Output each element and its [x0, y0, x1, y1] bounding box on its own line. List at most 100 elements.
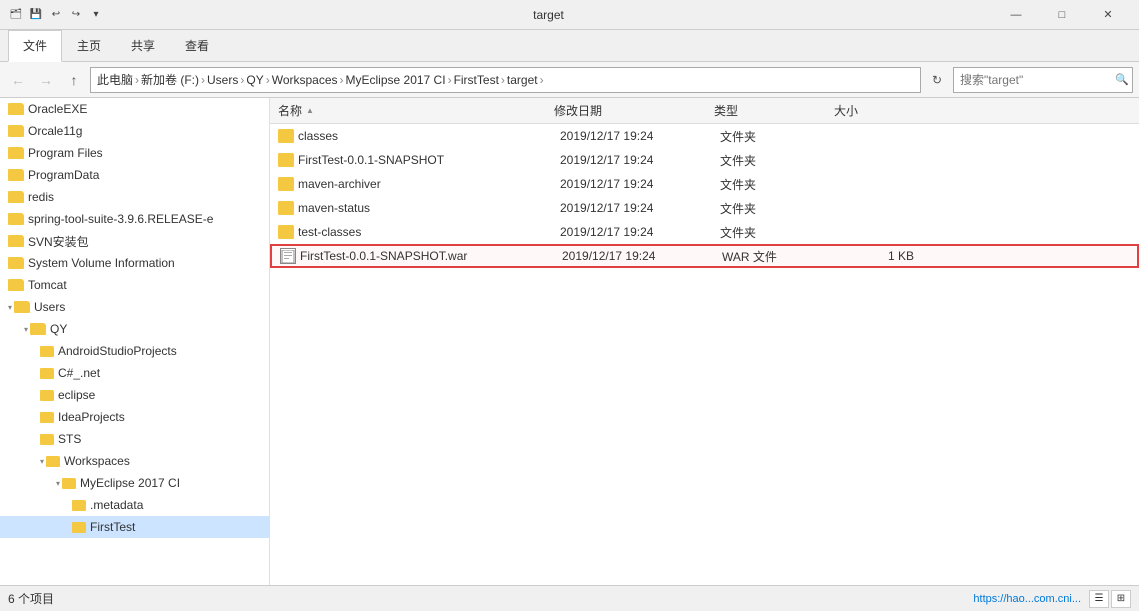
sidebar-item-ideaprojects[interactable]: IdeaProjects — [0, 406, 269, 428]
folder-icon — [8, 147, 24, 159]
tab-view[interactable]: 查看 — [170, 30, 224, 61]
folder-icon — [46, 456, 60, 467]
sidebar-item-tomcat[interactable]: Tomcat — [0, 274, 269, 296]
column-headers: 名称 ▲ 修改日期 类型 大小 — [270, 98, 1139, 124]
ribbon-tabs: 文件 主页 共享 查看 — [0, 30, 1139, 61]
sidebar-item-programfiles[interactable]: Program Files — [0, 142, 269, 164]
col-header-size[interactable]: 大小 — [834, 102, 914, 119]
folder-icon — [8, 257, 24, 269]
details-view-button[interactable]: ☰ — [1089, 590, 1109, 608]
file-date: 2019/12/17 19:24 — [560, 201, 720, 215]
file-name: test-classes — [298, 225, 560, 239]
window-title: target — [104, 8, 993, 22]
folder-icon — [8, 279, 24, 291]
file-name: FirstTest-0.0.1-SNAPSHOT — [298, 153, 560, 167]
file-type: 文件夹 — [720, 176, 840, 193]
view-controls: ☰ ⊞ — [1089, 590, 1131, 608]
file-name: classes — [298, 129, 560, 143]
folder-icon — [278, 225, 294, 239]
sidebar-item-csharp[interactable]: C#_.net — [0, 362, 269, 384]
close-button[interactable]: ✕ — [1085, 0, 1131, 30]
folder-icon — [8, 191, 24, 203]
file-date: 2019/12/17 19:24 — [560, 129, 720, 143]
sidebar-item-sts[interactable]: STS — [0, 428, 269, 450]
folder-icon — [278, 129, 294, 143]
sidebar-item-spring[interactable]: spring-tool-suite-3.9.6.RELEASE-e — [0, 208, 269, 230]
file-type: WAR 文件 — [722, 248, 842, 265]
col-header-name[interactable]: 名称 ▲ — [274, 102, 554, 119]
minimize-button[interactable]: — — [993, 0, 1039, 30]
folder-icon — [62, 478, 76, 489]
expand-arrow: ▾ — [8, 303, 12, 312]
toolbar-undo[interactable]: ↩ — [48, 7, 64, 23]
tab-file[interactable]: 文件 — [8, 30, 62, 62]
file-row[interactable]: classes 2019/12/17 19:24 文件夹 — [270, 124, 1139, 148]
toolbar-save[interactable]: 💾 — [28, 7, 44, 23]
main-layout: OracleEXE Orcale11g Program Files Progra… — [0, 98, 1139, 585]
file-row[interactable]: FirstTest-0.0.1-SNAPSHOT 2019/12/17 19:2… — [270, 148, 1139, 172]
sidebar-item-eclipse[interactable]: eclipse — [0, 384, 269, 406]
back-button[interactable]: ← — [6, 68, 30, 92]
forward-button[interactable]: → — [34, 68, 58, 92]
sidebar-item-metadata[interactable]: .metadata — [0, 494, 269, 516]
toolbar-dropdown[interactable]: ▾ — [88, 7, 104, 23]
file-row[interactable]: maven-archiver 2019/12/17 19:24 文件夹 — [270, 172, 1139, 196]
search-icon: 🔍 — [1115, 73, 1129, 86]
file-row[interactable]: maven-status 2019/12/17 19:24 文件夹 — [270, 196, 1139, 220]
sidebar-item-svn[interactable]: SVN安装包 — [0, 230, 269, 252]
refresh-button[interactable]: ↻ — [925, 68, 949, 92]
sort-arrow: ▲ — [306, 106, 314, 115]
sidebar-item-workspaces[interactable]: ▾ Workspaces — [0, 450, 269, 472]
sidebar-item-oracleexe[interactable]: OracleEXE — [0, 98, 269, 120]
folder-icon — [8, 235, 24, 247]
file-name: maven-archiver — [298, 177, 560, 191]
maximize-button[interactable]: □ — [1039, 0, 1085, 30]
war-file-icon — [280, 248, 296, 264]
tab-share[interactable]: 共享 — [116, 30, 170, 61]
file-type: 文件夹 — [720, 224, 840, 241]
folder-icon — [8, 125, 24, 137]
file-type: 文件夹 — [720, 128, 840, 145]
app-icon: 🗂 — [8, 7, 24, 23]
ribbon: 文件 主页 共享 查看 — [0, 30, 1139, 62]
sidebar-item-orcale11g[interactable]: Orcale11g — [0, 120, 269, 142]
sidebar-item-programdata[interactable]: ProgramData — [0, 164, 269, 186]
up-button[interactable]: ↑ — [62, 68, 86, 92]
folder-icon — [8, 103, 24, 115]
file-list: classes 2019/12/17 19:24 文件夹 FirstTest-0… — [270, 124, 1139, 585]
path-firsttest: FirstTest — [454, 73, 499, 87]
sidebar-item-androidstudio[interactable]: AndroidStudioProjects — [0, 340, 269, 362]
file-row[interactable]: test-classes 2019/12/17 19:24 文件夹 — [270, 220, 1139, 244]
folder-icon — [72, 500, 86, 511]
sidebar-item-firsttest[interactable]: FirstTest — [0, 516, 269, 538]
search-box[interactable]: 🔍 — [953, 67, 1133, 93]
folder-icon — [40, 412, 54, 423]
search-input[interactable] — [960, 73, 1115, 87]
address-bar: ← → ↑ 此电脑 › 新加卷 (F:) › Users › QY › Work… — [0, 62, 1139, 98]
path-users: Users — [207, 73, 238, 87]
sidebar-item-redis[interactable]: redis — [0, 186, 269, 208]
url-preview: https://hao...com.cni... — [973, 593, 1081, 605]
folder-icon — [40, 346, 54, 357]
path-computer: 此电脑 — [97, 71, 133, 88]
tab-home[interactable]: 主页 — [62, 30, 116, 61]
large-icon-view-button[interactable]: ⊞ — [1111, 590, 1131, 608]
sidebar-item-qy[interactable]: ▾ QY — [0, 318, 269, 340]
col-header-date[interactable]: 修改日期 — [554, 102, 714, 119]
file-date: 2019/12/17 19:24 — [562, 249, 722, 263]
sidebar-item-myeclipse[interactable]: ▾ MyEclipse 2017 CI — [0, 472, 269, 494]
expand-arrow: ▾ — [24, 325, 28, 334]
sidebar-item-systemvolume[interactable]: System Volume Information — [0, 252, 269, 274]
title-bar-icons: 🗂 💾 ↩ ↪ ▾ — [8, 7, 104, 23]
path-qy: QY — [246, 73, 263, 87]
toolbar-redo[interactable]: ↪ — [68, 7, 84, 23]
col-header-type[interactable]: 类型 — [714, 102, 834, 119]
folder-icon — [30, 323, 46, 335]
folder-icon — [40, 368, 54, 379]
sidebar-item-users[interactable]: ▾ Users — [0, 296, 269, 318]
path-drive: 新加卷 (F:) — [141, 71, 199, 88]
expand-arrow: ▾ — [40, 457, 44, 466]
address-path[interactable]: 此电脑 › 新加卷 (F:) › Users › QY › Workspaces… — [90, 67, 921, 93]
window-controls: — □ ✕ — [993, 0, 1131, 30]
war-file-row[interactable]: FirstTest-0.0.1-SNAPSHOT.war 2019/12/17 … — [270, 244, 1139, 268]
